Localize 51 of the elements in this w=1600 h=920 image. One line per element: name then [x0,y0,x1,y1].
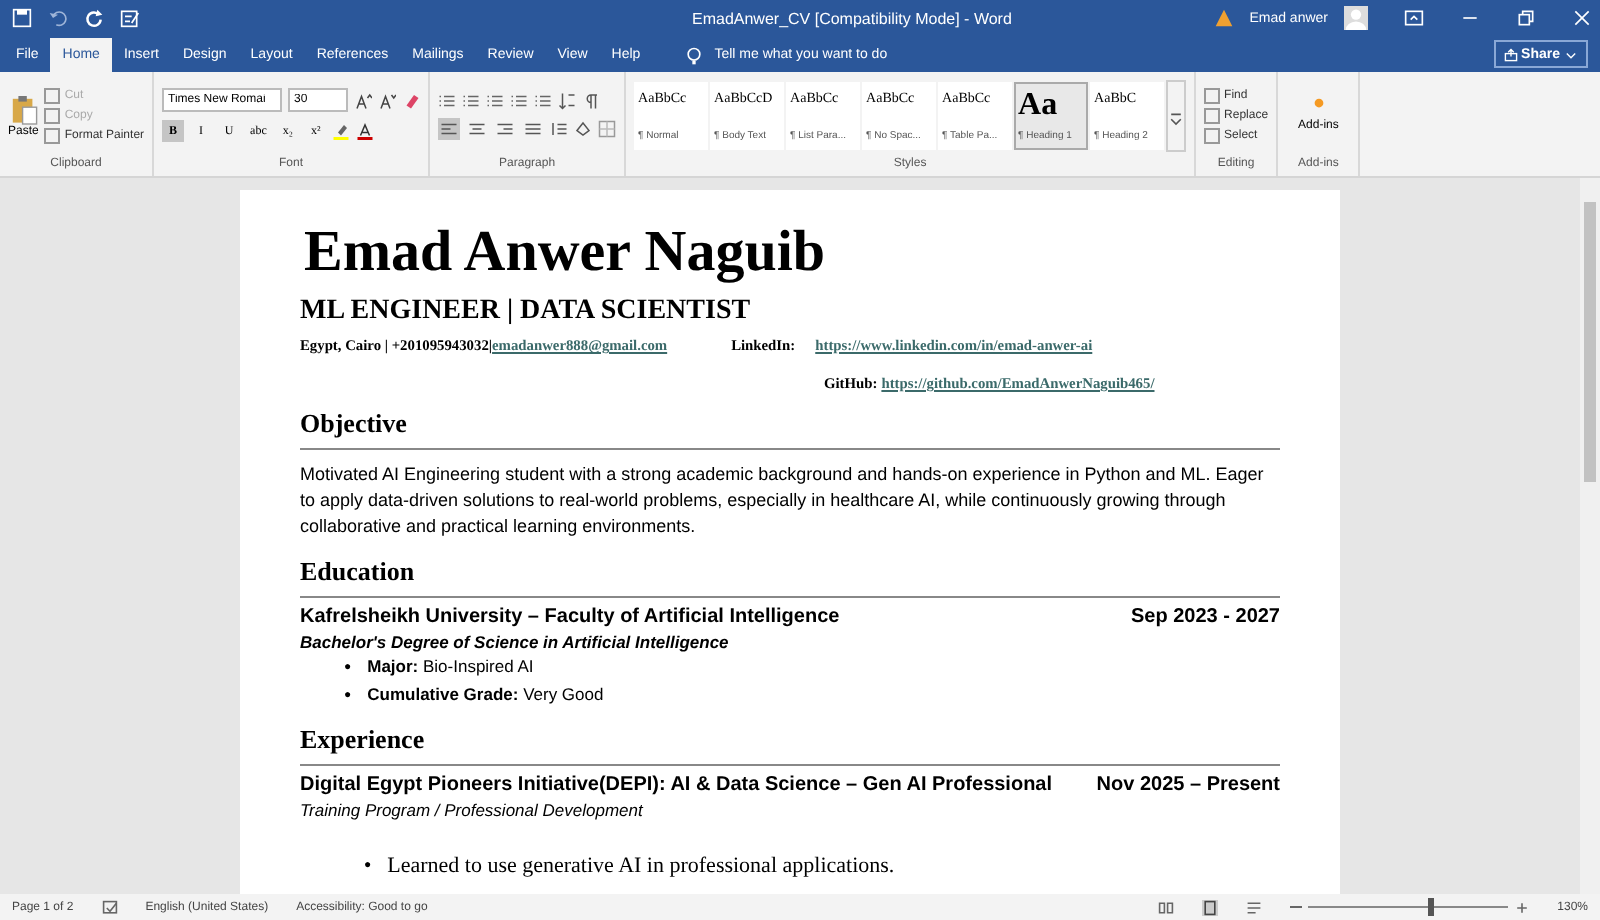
caret-icon [1564,47,1578,61]
entry-date: Nov 2025 – Present [1096,774,1280,796]
entry-date: Sep 2023 - 2027 [1131,606,1280,628]
line-spacing-icon[interactable] [550,119,569,137]
highlight-icon[interactable] [332,122,351,140]
clipboard-icon [9,93,38,125]
sort-icon[interactable] [558,91,577,109]
bullet-text: Learned to use generative AI in professional applications. [387,854,895,878]
print-layout-icon[interactable] [1201,899,1218,915]
zoom-in-icon[interactable] [1513,899,1530,915]
entry-title: Digital Egypt Pioneers Initiative(DEPI): AI & Data Science – Gen AI Professional [300,774,1053,796]
pilcrow-icon[interactable] [582,91,601,109]
shrink-font-icon[interactable] [378,91,397,109]
grow-font-icon[interactable] [354,91,373,109]
share-icon [1503,47,1518,61]
window-title: EmadAnwer_CV [Compatibility Mode] - Word [690,9,1014,27]
align-icon[interactable] [438,117,461,139]
close-icon[interactable] [1572,8,1592,28]
cv-subtitle: ML ENGINEER | DATA SCIENTIST [300,296,753,328]
objective-text: Motivated AI Engineering student with a strong academic background and hands-on experience in Python and ML. Eager to apply data-driven solutions to real-world problems, especially in healthcare AI, while continuously growing through collaborative and practical learning environments. [300,462,1266,540]
proofing-icon[interactable] [101,899,118,915]
shading-icon[interactable] [574,119,593,137]
lightbulb-icon [684,45,705,65]
redo-icon[interactable] [84,8,104,28]
form-icon[interactable] [120,8,140,28]
undo-icon[interactable] [48,8,68,28]
list-icon[interactable] [438,91,457,109]
font-color-icon[interactable] [356,122,375,140]
list-icon[interactable] [462,91,481,109]
save-icon[interactable] [12,8,32,28]
list-icon[interactable] [510,91,529,109]
web-layout-icon[interactable] [1245,899,1262,915]
ribbon-display-icon[interactable] [1404,8,1424,28]
entry-subtitle: Bachelor's Degree of Science in Artificial Intelligence [300,632,731,652]
section-heading: Experience [300,724,1280,766]
more-icon[interactable] [1166,79,1187,151]
add-ins-icon [1313,98,1324,108]
list-icon[interactable] [486,91,505,109]
section-heading: Objective [300,408,1280,450]
entry-subtitle: Training Program / Professional Development [300,800,646,820]
bullet-text: Major: Bio-Inspired AI [367,656,534,680]
entry-title: Kafrelsheikh University – Faculty of Artificial Intelligence [300,606,840,628]
restore-icon[interactable] [1516,8,1536,28]
read-mode-icon[interactable] [1157,899,1174,915]
list-icon[interactable] [534,91,553,109]
warning-icon [1213,8,1234,28]
cv-name: Emad Anwer Naguib [304,218,828,286]
vertical-scrollbar[interactable] [1580,178,1600,894]
bullet-text: Cumulative Grade: Very Good [367,684,604,708]
clear-format-icon[interactable] [402,91,421,109]
section-heading: Education [300,556,1280,598]
